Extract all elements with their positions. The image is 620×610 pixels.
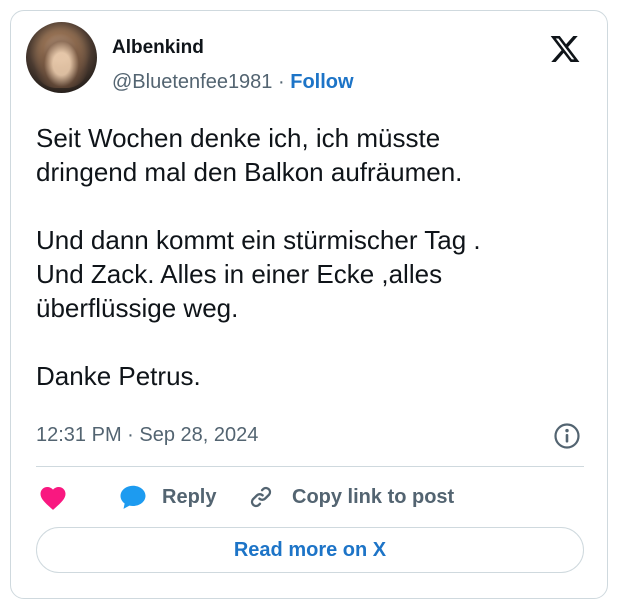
author-handle-row: @Bluetenfee1981 · Follow — [112, 70, 354, 94]
tweet-line: Und Zack. Alles in einer Ecke ,alles — [36, 259, 443, 289]
like-button[interactable] — [38, 482, 68, 512]
tweet-line: Und dann kommt ein stürmischer Tag . — [36, 225, 481, 255]
author-handle[interactable]: @Bluetenfee1981 — [112, 71, 272, 93]
read-more-button[interactable]: Read more on X — [36, 527, 584, 573]
copy-link-label: Copy link to post — [292, 485, 455, 508]
divider — [36, 466, 584, 467]
tweet-line: Seit Wochen denke ich, ich müsste — [36, 123, 441, 153]
copy-link-button[interactable]: Copy link to post — [246, 482, 454, 512]
action-bar: Reply Copy link to post — [36, 482, 584, 512]
author-name[interactable]: Albenkind — [112, 37, 204, 59]
tweet-text: Seit Wochen denke ich, ich müsste dringe… — [36, 121, 576, 393]
reply-button[interactable]: Reply — [118, 482, 216, 512]
info-icon[interactable] — [553, 422, 581, 450]
link-icon — [250, 486, 272, 508]
reply-label: Reply — [162, 485, 217, 508]
tweet-line: überflüssige weg. — [36, 293, 239, 323]
avatar[interactable] — [26, 22, 97, 93]
read-more-label: Read more on X — [233, 538, 387, 561]
follow-button[interactable]: Follow — [290, 71, 353, 93]
speech-bubble-icon — [120, 485, 146, 509]
tweet-line: Danke Petrus. — [36, 361, 201, 391]
tweet-line: dringend mal den Balkon aufräumen. — [36, 157, 463, 187]
separator-dot: · — [278, 71, 285, 93]
heart-icon — [40, 487, 66, 510]
tweet-timestamp[interactable]: 12:31 PM · Sep 28, 2024 — [36, 423, 258, 447]
x-logo-icon[interactable] — [548, 33, 582, 65]
